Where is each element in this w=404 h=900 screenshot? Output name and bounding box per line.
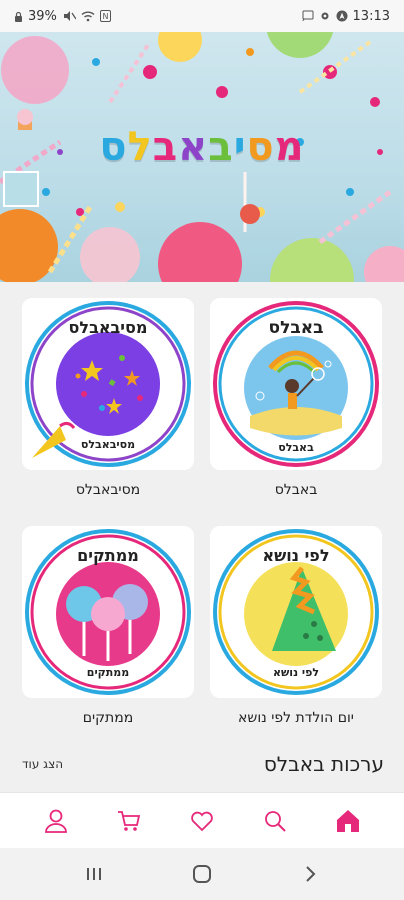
card-title: מסיבאבלס: [69, 318, 148, 337]
card-title: ממתקים: [77, 546, 139, 565]
bubbles-badge-image: באבלס באבלס: [213, 301, 379, 467]
bottom-nav: [0, 792, 404, 848]
sweets-badge-image: ממתקים ממתקים: [25, 529, 191, 695]
hero-title-letter: ל: [127, 124, 153, 170]
card-caption: לפי נושא: [273, 666, 319, 679]
nav-search-button[interactable]: [255, 801, 295, 841]
status-bar: 39% N 13:13: [0, 0, 404, 32]
category-card-sweets[interactable]: ממתקים ממתקים: [22, 526, 194, 698]
hero-title-letter: ס: [99, 124, 128, 170]
cart-icon: [118, 810, 141, 831]
back-button[interactable]: [290, 854, 330, 894]
recents-button[interactable]: [74, 854, 114, 894]
card-title: לפי נושא: [262, 546, 329, 565]
show-more-link[interactable]: הצג עוד: [22, 757, 63, 771]
category-label-sweets[interactable]: ממתקים: [13, 710, 203, 726]
search-icon: [264, 810, 286, 832]
card-title: באבלס: [269, 318, 324, 338]
cast-icon: [302, 10, 314, 22]
recents-icon: [87, 868, 101, 880]
settings-icon: [321, 12, 329, 20]
nav-cart-button[interactable]: [109, 801, 149, 841]
clock: 13:13: [352, 8, 390, 24]
category-card-party-bubbles[interactable]: מסיבאבלס מסיבאבלס: [22, 298, 194, 470]
section-title: ערכות באבלס: [263, 752, 384, 776]
wifi-icon: [81, 11, 95, 21]
category-grid: באבלס באבלס מסיבאבלס מסיבאבלס לפי נושא ל…: [0, 282, 404, 792]
navigation-icon: [336, 10, 348, 22]
hero-title-letter: ב: [152, 124, 179, 170]
category-card-bubbles[interactable]: באבלס באבלס: [210, 298, 382, 470]
category-label-party-bubbles[interactable]: מסיבאבלס: [13, 482, 203, 498]
party-bubbles-badge-image: מסיבאבלס מסיבאבלס: [25, 301, 191, 467]
system-nav: [0, 848, 404, 900]
status-right: 13:13: [302, 9, 390, 24]
heart-icon: [191, 811, 213, 831]
card-caption: ממתקים: [87, 666, 129, 679]
lock-icon: [15, 11, 22, 22]
status-left: 39% N: [14, 9, 111, 24]
nav-favorites-button[interactable]: [182, 801, 222, 841]
category-label-bubbles[interactable]: באבלס: [201, 482, 391, 498]
nfc-icon: N: [99, 10, 111, 22]
home-system-button[interactable]: [182, 854, 222, 894]
hero-title-letter: י: [233, 124, 247, 170]
hero-title-letter: מ: [274, 124, 305, 170]
home-circle-icon: [193, 865, 211, 883]
back-icon: [306, 866, 316, 882]
hero-title-letter: ס: [246, 124, 275, 170]
hero-banner: מסיבאבלס: [0, 32, 404, 282]
battery-percent: 39%: [28, 8, 57, 24]
mute-icon: [63, 11, 76, 21]
hero-title-letter: א: [178, 124, 209, 170]
category-label-by-theme[interactable]: יום הולדת לפי נושא: [201, 710, 391, 726]
nav-home-button[interactable]: [328, 801, 368, 841]
card-caption: באבלס: [278, 441, 314, 454]
section-header: הצג עוד ערכות באבלס: [0, 744, 404, 784]
nav-profile-button[interactable]: [36, 801, 76, 841]
hero-title: מסיבאבלס: [0, 124, 404, 170]
user-icon: [45, 809, 68, 833]
hero-title-letter: ב: [208, 124, 234, 170]
home-icon: [336, 809, 359, 832]
card-caption: מסיבאבלס: [81, 438, 135, 451]
category-card-by-theme[interactable]: לפי נושא לפי נושא: [210, 526, 382, 698]
svg-text:N: N: [102, 12, 108, 21]
by-theme-badge-image: לפי נושא לפי נושא: [213, 529, 379, 695]
